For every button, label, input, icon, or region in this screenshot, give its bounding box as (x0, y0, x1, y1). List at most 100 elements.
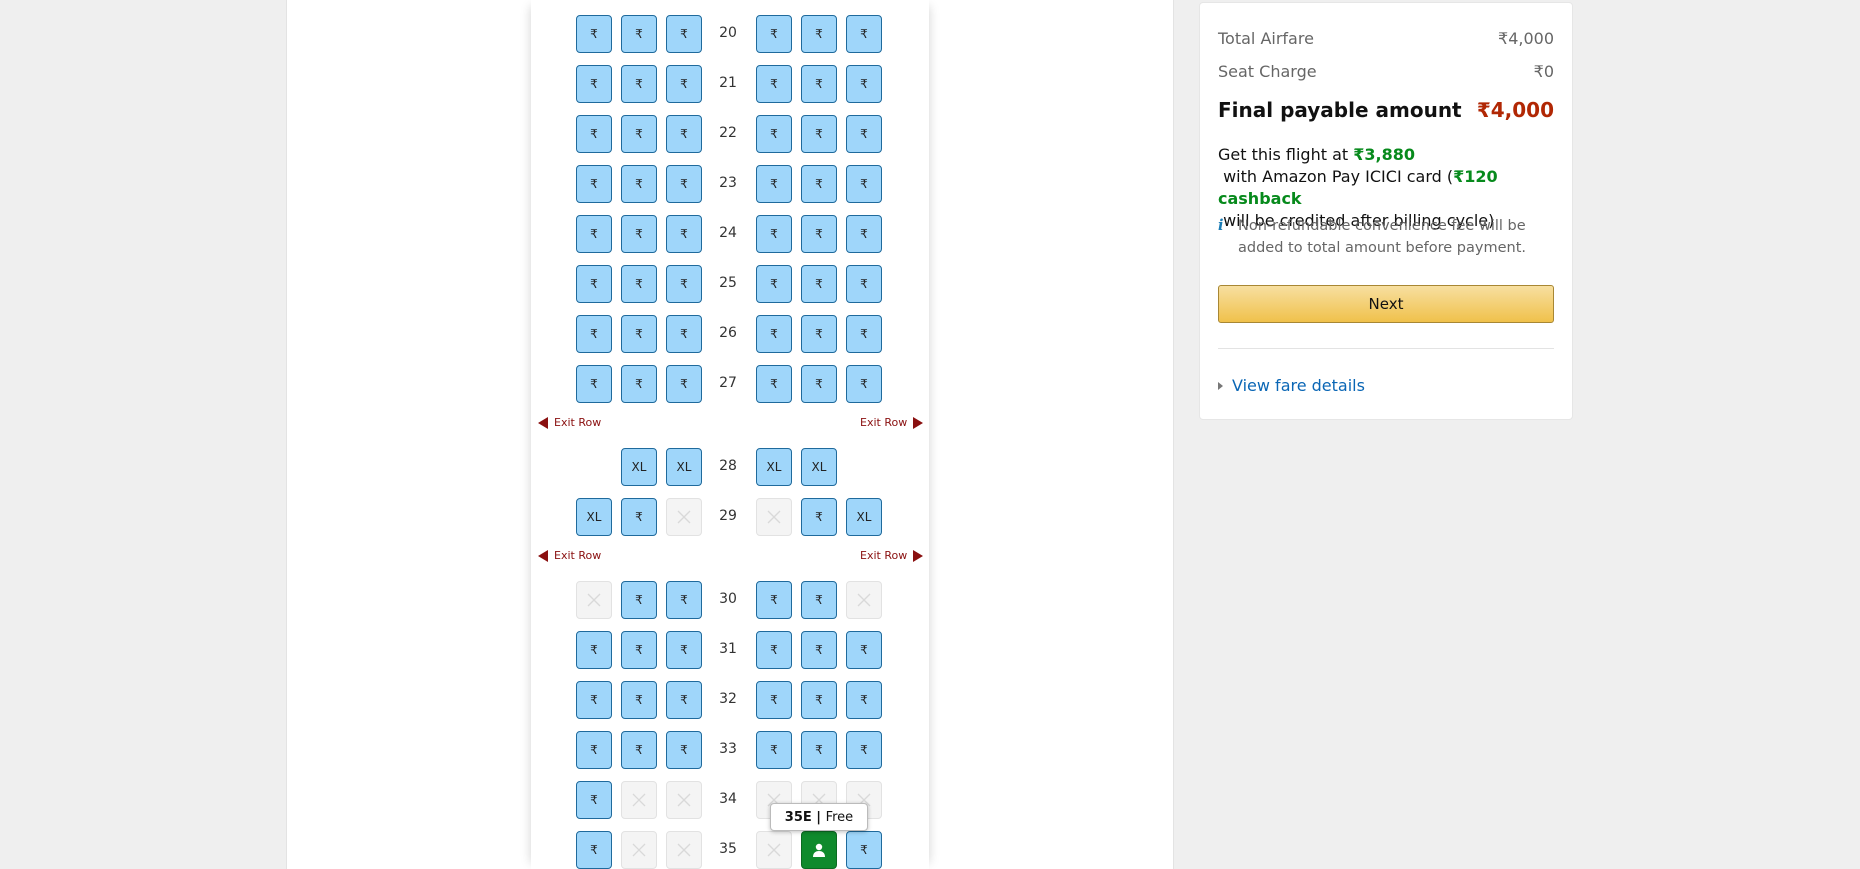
seat-available[interactable]: ₹ (576, 15, 612, 53)
seat-available[interactable]: ₹ (801, 265, 837, 303)
seat-available[interactable]: ₹ (756, 365, 792, 403)
seat-available[interactable]: ₹ (621, 731, 657, 769)
exit-row-label: Exit Row (860, 549, 908, 562)
row-number: 22 (719, 125, 737, 141)
seat-extra-legroom[interactable]: XL (576, 498, 612, 536)
view-fare-details-link[interactable]: View fare details (1218, 376, 1365, 395)
row-number: 21 (719, 75, 737, 91)
seat-extra-legroom[interactable]: XL (801, 448, 837, 486)
seat-available[interactable]: ₹ (666, 631, 702, 669)
seat-unavailable (756, 831, 792, 869)
seat-available[interactable]: ₹ (756, 165, 792, 203)
final-amount-row: Final payable amount ₹4,000 (1218, 98, 1554, 122)
seat-available[interactable]: ₹ (846, 731, 882, 769)
seat-available[interactable]: ₹ (621, 165, 657, 203)
seat-available[interactable]: ₹ (576, 115, 612, 153)
info-icon: i (1218, 217, 1224, 234)
row-number: 24 (719, 225, 737, 241)
seat-available[interactable]: ₹ (666, 15, 702, 53)
seat-extra-legroom[interactable]: XL (666, 448, 702, 486)
seat-available[interactable]: ₹ (846, 165, 882, 203)
seat-available[interactable]: ₹ (756, 115, 792, 153)
seat-available[interactable]: ₹ (621, 498, 657, 536)
offer-price: ₹3,880 (1353, 145, 1415, 164)
exit-row-left: Exit Row (538, 416, 601, 429)
seat-extra-legroom[interactable]: XL (621, 448, 657, 486)
seat-available[interactable]: ₹ (846, 365, 882, 403)
seat-available[interactable]: ₹ (756, 215, 792, 253)
seat-available[interactable]: ₹ (801, 65, 837, 103)
exit-arrow-left-icon (538, 549, 548, 562)
seat-available[interactable]: ₹ (576, 681, 612, 719)
seat-extra-legroom[interactable]: XL (846, 498, 882, 536)
seat-available[interactable]: ₹ (666, 731, 702, 769)
seat-available[interactable]: ₹ (801, 15, 837, 53)
seat-available[interactable]: ₹ (576, 315, 612, 353)
seat-available[interactable]: ₹ (756, 65, 792, 103)
seat-available[interactable]: ₹ (621, 265, 657, 303)
seat-available[interactable]: ₹ (621, 65, 657, 103)
seat-available[interactable]: ₹ (801, 365, 837, 403)
seat-selected[interactable] (801, 831, 837, 869)
seat-available[interactable]: ₹ (621, 15, 657, 53)
seat-available[interactable]: ₹ (801, 215, 837, 253)
seat-available[interactable]: ₹ (846, 15, 882, 53)
seat-available[interactable]: ₹ (756, 581, 792, 619)
exit-row-label: Exit Row (554, 416, 602, 429)
seat-available[interactable]: ₹ (756, 315, 792, 353)
seat-tooltip: 35E | Free (770, 803, 868, 831)
seat-available[interactable]: ₹ (846, 681, 882, 719)
seat-available[interactable]: ₹ (666, 115, 702, 153)
seat-available[interactable]: ₹ (666, 265, 702, 303)
seat-available[interactable]: ₹ (756, 681, 792, 719)
seat-available[interactable]: ₹ (576, 65, 612, 103)
seat-available[interactable]: ₹ (756, 265, 792, 303)
offer-pre: Get this flight at (1218, 145, 1354, 164)
seat-available[interactable]: ₹ (846, 115, 882, 153)
seat-available[interactable]: ₹ (576, 215, 612, 253)
seat-available[interactable]: ₹ (801, 165, 837, 203)
seat-available[interactable]: ₹ (576, 365, 612, 403)
seat-available[interactable]: ₹ (801, 581, 837, 619)
seat-available[interactable]: ₹ (846, 65, 882, 103)
seat-available[interactable]: ₹ (756, 631, 792, 669)
seat-available[interactable]: ₹ (621, 631, 657, 669)
seat-available[interactable]: ₹ (846, 265, 882, 303)
seat-available[interactable]: ₹ (801, 631, 837, 669)
seat-available[interactable]: ₹ (576, 781, 612, 819)
row-number: 32 (719, 691, 737, 707)
seat-available[interactable]: ₹ (801, 115, 837, 153)
seat-available[interactable]: ₹ (576, 831, 612, 869)
seat-available[interactable]: ₹ (801, 315, 837, 353)
seat-available[interactable]: ₹ (576, 731, 612, 769)
total-airfare-label: Total Airfare (1218, 29, 1314, 48)
seat-available[interactable]: ₹ (666, 681, 702, 719)
seat-available[interactable]: ₹ (621, 681, 657, 719)
seat-extra-legroom[interactable]: XL (756, 448, 792, 486)
seat-available[interactable]: ₹ (666, 65, 702, 103)
seat-available[interactable]: ₹ (801, 498, 837, 536)
seat-available[interactable]: ₹ (666, 165, 702, 203)
seat-available[interactable]: ₹ (621, 365, 657, 403)
seat-available[interactable]: ₹ (576, 265, 612, 303)
next-button[interactable]: Next (1218, 285, 1554, 323)
seat-available[interactable]: ₹ (846, 215, 882, 253)
seat-available[interactable]: ₹ (846, 315, 882, 353)
seat-available[interactable]: ₹ (621, 115, 657, 153)
seat-available[interactable]: ₹ (576, 165, 612, 203)
seat-available[interactable]: ₹ (756, 731, 792, 769)
seat-available[interactable]: ₹ (666, 215, 702, 253)
row-number: 34 (719, 791, 737, 807)
seat-available[interactable]: ₹ (576, 631, 612, 669)
seat-available[interactable]: ₹ (621, 215, 657, 253)
seat-available[interactable]: ₹ (666, 365, 702, 403)
seat-available[interactable]: ₹ (801, 681, 837, 719)
seat-available[interactable]: ₹ (621, 315, 657, 353)
seat-available[interactable]: ₹ (666, 315, 702, 353)
seat-available[interactable]: ₹ (756, 15, 792, 53)
seat-available[interactable]: ₹ (846, 831, 882, 869)
seat-available[interactable]: ₹ (801, 731, 837, 769)
seat-available[interactable]: ₹ (621, 581, 657, 619)
seat-available[interactable]: ₹ (666, 581, 702, 619)
seat-available[interactable]: ₹ (846, 631, 882, 669)
